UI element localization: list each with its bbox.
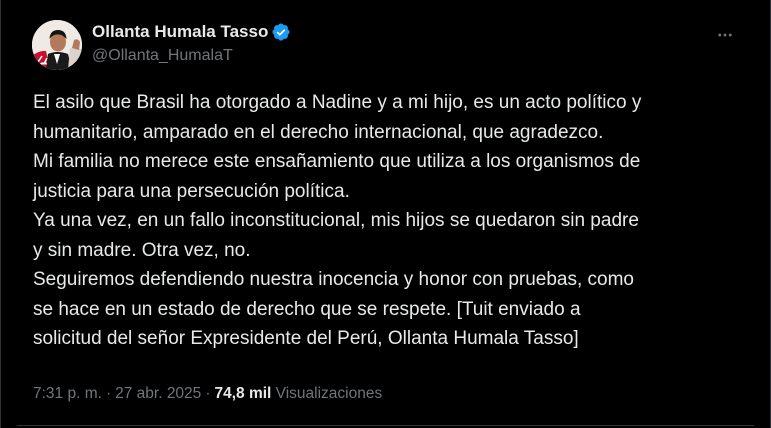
tweet-date[interactable]: 27 abr. 2025: [115, 385, 201, 402]
author-display-name[interactable]: Ollanta Humala Tasso: [92, 21, 268, 43]
tweet-text-line: Mi familia no merece este ensañamiento q…: [33, 151, 641, 172]
divider: [17, 425, 754, 426]
tweet-text-line: Ya una vez, en un fallo inconstitucional…: [33, 210, 639, 231]
more-horizontal-icon[interactable]: [714, 24, 736, 46]
tweet-text-line: justicia para una persecución política.: [33, 180, 350, 202]
tweet-meta: 7:31 p. m. · 27 abr. 2025 · 74,8 mil Visuali…: [33, 383, 382, 405]
views-label: Visualizaciones: [275, 385, 383, 402]
tweet-text-line: solicitud del señor Expresidente del Per…: [33, 328, 579, 349]
tweet-text-line: humanitario, amparado en el derecho inte…: [33, 121, 604, 143]
verified-badge-icon[interactable]: [271, 22, 291, 42]
avatar[interactable]: [32, 20, 82, 70]
avatar-photo: [32, 20, 82, 70]
meta-separator: ·: [205, 385, 211, 402]
tweet-time[interactable]: 7:31 p. m.: [33, 385, 102, 402]
tweet-text: El asilo que Brasil ha otorgado a Nadine…: [33, 88, 753, 354]
tweet-text-line: El asilo que Brasil ha otorgado a Nadine…: [33, 92, 642, 113]
tweet-text-line: y sin madre. Otra vez, no.: [33, 239, 251, 261]
tweet-text-line: se hace en un estado de derecho que se r…: [33, 298, 581, 320]
author-handle[interactable]: @Ollanta_HumalaT: [92, 46, 291, 66]
views-count[interactable]: 74,8 mil: [214, 385, 271, 402]
tweet-card: Ollanta Humala Tasso @Ollanta_HumalaT El…: [0, 0, 771, 428]
tweet-text-line: Seguiremos defendiendo nuestra inocencia…: [33, 269, 634, 290]
author-block: Ollanta Humala Tasso @Ollanta_HumalaT: [92, 21, 291, 66]
meta-separator: ·: [105, 385, 112, 402]
author-name-row: Ollanta Humala Tasso: [92, 21, 291, 43]
